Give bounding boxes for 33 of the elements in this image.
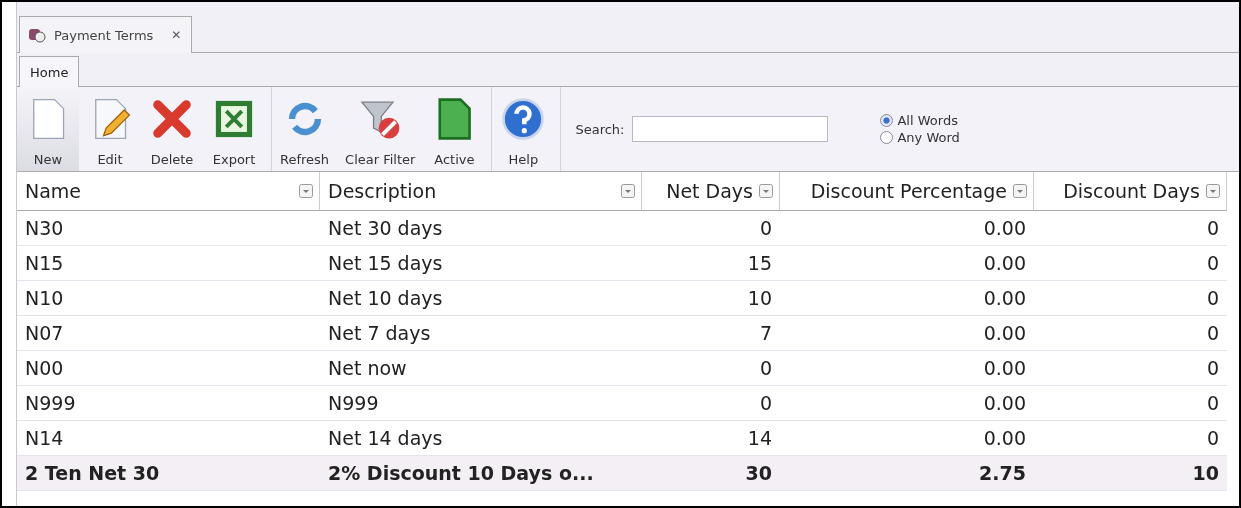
table-cell: 2.75 xyxy=(780,456,1034,491)
table-cell: 2 Ten Net 30 xyxy=(17,456,320,491)
column-header[interactable]: Net Days xyxy=(642,172,780,211)
help-icon xyxy=(501,97,546,141)
filter-dropdown-icon[interactable] xyxy=(1013,184,1027,198)
ribbon-tab[interactable]: Home xyxy=(19,56,80,87)
column-header[interactable]: Discount Days xyxy=(1034,172,1227,211)
filter-dropdown-icon[interactable] xyxy=(1206,184,1220,198)
document-tab[interactable]: Payment Terms ✕ xyxy=(19,16,193,53)
toolbar-button[interactable]: Delete xyxy=(141,87,203,171)
app-icon xyxy=(28,27,46,43)
radio-option[interactable]: All Words xyxy=(880,113,960,128)
filter-dropdown-icon[interactable] xyxy=(299,184,313,198)
toolbar-button[interactable]: Export xyxy=(203,87,265,171)
tab-title: Payment Terms xyxy=(54,27,154,43)
toolbar-button[interactable]: Clear Filter xyxy=(337,87,424,171)
toolbar-button[interactable]: Active xyxy=(423,87,486,171)
table-cell: 30 xyxy=(642,456,780,491)
toolbar-button[interactable]: Refresh xyxy=(272,87,338,171)
filter-dropdown-icon[interactable] xyxy=(759,184,773,198)
column-header[interactable]: Name xyxy=(17,172,320,211)
filter-dropdown-icon[interactable] xyxy=(621,184,635,198)
table-cell: 10 xyxy=(1034,456,1227,491)
radio-option[interactable]: Any Word xyxy=(880,130,960,145)
close-icon[interactable]: ✕ xyxy=(171,28,182,42)
search-label: Search: xyxy=(575,121,625,137)
toolbar-button[interactable]: Edit xyxy=(79,87,141,171)
toolbar-button[interactable]: Help xyxy=(492,87,555,171)
table-cell: 2% Discount 10 Days o... xyxy=(320,456,642,491)
column-header[interactable]: Discount Percentage xyxy=(780,172,1034,211)
search-field[interactable] xyxy=(632,116,829,142)
column-header[interactable]: Description xyxy=(320,172,642,211)
delete-icon xyxy=(150,97,194,141)
